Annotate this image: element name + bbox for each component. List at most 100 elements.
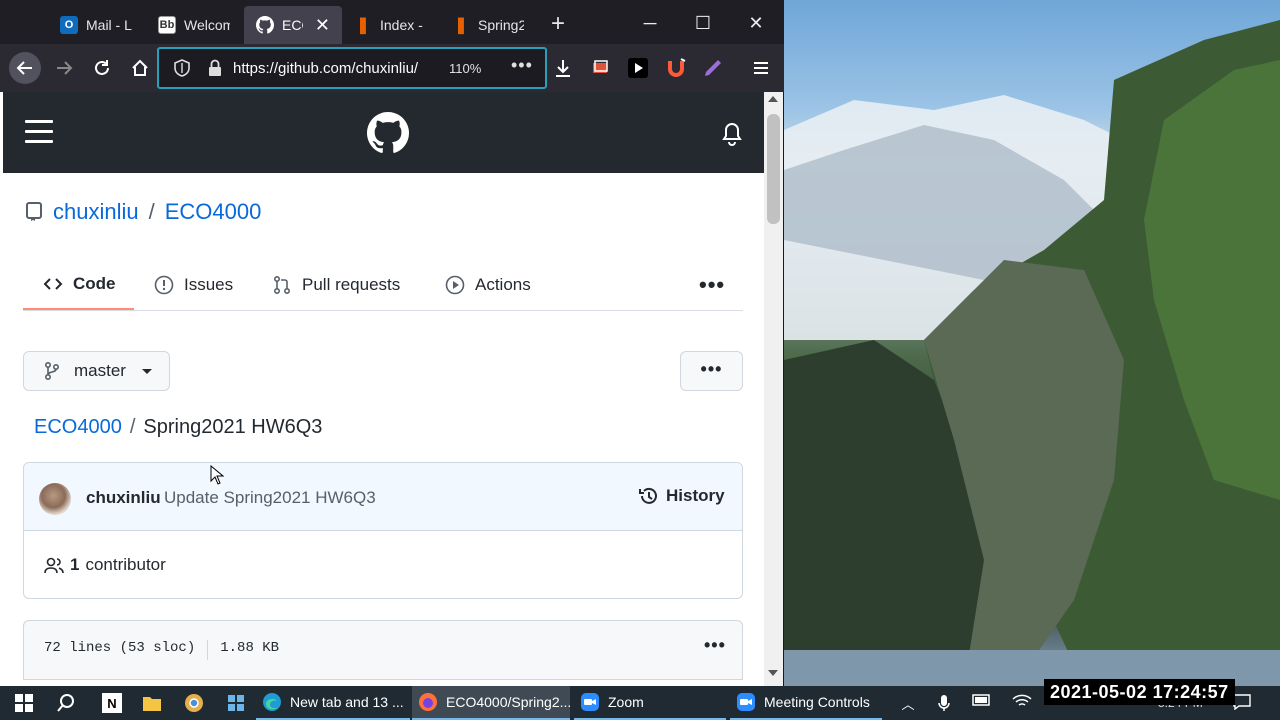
search-button[interactable]	[50, 686, 82, 720]
repo-separator: /	[148, 199, 155, 224]
tab-title: Mail - L	[86, 17, 132, 33]
browser-tab-mail[interactable]: O Mail - L	[48, 6, 146, 44]
commit-author-link[interactable]: chuxinliu	[86, 488, 161, 508]
url-text[interactable]: https://github.com/chuxinliu/	[233, 60, 441, 77]
tab-issues[interactable]: Issues	[134, 260, 253, 310]
magnet-extension-icon[interactable]	[664, 56, 688, 80]
tab-label: Code	[73, 274, 116, 293]
tab-label: Actions	[475, 275, 531, 294]
chrome-taskbar-button[interactable]	[178, 686, 210, 720]
blackboard-icon: Bb	[158, 16, 176, 34]
lock-icon[interactable]	[207, 59, 223, 77]
zoom-level[interactable]: 110%	[449, 61, 481, 76]
tab-code[interactable]: Code	[23, 260, 134, 310]
calculator-taskbar-button[interactable]	[220, 686, 252, 720]
page-scrollbar[interactable]	[764, 92, 783, 686]
maximize-button[interactable]: ☐	[677, 8, 729, 38]
file-meta: 72 lines (53 sloc) 1.88 KB	[44, 640, 279, 660]
zoom-icon	[580, 692, 600, 712]
tabs-divider	[23, 310, 743, 311]
chevron-up-icon[interactable]: ︿	[898, 694, 918, 712]
close-tab-icon[interactable]: ✕	[315, 15, 330, 36]
github-header	[3, 92, 764, 173]
wifi-icon[interactable]	[1012, 694, 1032, 712]
folder-icon	[142, 693, 162, 713]
shield-icon[interactable]	[173, 59, 191, 77]
repo-owner-link[interactable]: chuxinliu	[53, 199, 139, 225]
close-window-button[interactable]: ✕	[730, 8, 782, 38]
back-button[interactable]	[9, 52, 41, 84]
branch-selector-button[interactable]: master	[23, 351, 170, 391]
screenshot-icon[interactable]	[588, 56, 612, 80]
onenote-icon: N	[102, 693, 122, 713]
zoom-icon	[736, 692, 756, 712]
tab-strip: O Mail - L Bb Welcom ECO ✕ ❚ Index - ❚ S…	[0, 0, 784, 44]
menu-hamburger-icon[interactable]	[749, 56, 773, 80]
play-icon	[445, 275, 465, 295]
file-explorer-taskbar-button[interactable]	[136, 686, 168, 720]
commit-box: chuxinliu Update Spring2021 HW6Q3 Histor…	[23, 462, 743, 599]
code-icon	[43, 274, 63, 294]
page-actions-icon[interactable]: •••	[511, 55, 533, 76]
tab-pull-requests[interactable]: Pull requests	[252, 260, 420, 310]
more-tabs-icon[interactable]: •••	[699, 272, 725, 298]
chevron-down-icon	[141, 368, 152, 374]
history-label: History	[666, 486, 725, 505]
notification-bell-icon[interactable]	[721, 122, 743, 146]
grid-app-icon	[226, 693, 246, 713]
forward-button[interactable]	[48, 52, 80, 84]
address-bar[interactable]: https://github.com/chuxinliu/ 110% •••	[157, 47, 547, 89]
scroll-thumb[interactable]	[767, 114, 780, 224]
pen-extension-icon[interactable]	[701, 56, 725, 80]
contributor-count: 1	[70, 555, 80, 574]
latest-commit-row: chuxinliu Update Spring2021 HW6Q3 Histor…	[24, 463, 742, 531]
browser-tab-welcome[interactable]: Bb Welcom	[146, 6, 244, 44]
start-button[interactable]	[8, 686, 40, 720]
windows-logo-icon	[15, 694, 33, 712]
taskbar-meeting-controls[interactable]: Meeting Controls	[730, 686, 882, 720]
minimize-button[interactable]: ─	[624, 8, 676, 38]
download-icon[interactable]	[551, 56, 575, 80]
notification-center-icon[interactable]	[1232, 694, 1252, 712]
browser-window: O Mail - L Bb Welcom ECO ✕ ❚ Index - ❚ S…	[0, 0, 784, 686]
file-actions-button[interactable]: •••	[680, 351, 743, 391]
microphone-icon[interactable]	[934, 694, 954, 712]
taskbar-edge[interactable]: New tab and 13 ...	[256, 686, 410, 720]
battery-icon[interactable]	[972, 694, 992, 712]
tab-actions[interactable]: Actions	[425, 260, 551, 310]
repo-name-link[interactable]: ECO4000	[165, 199, 262, 225]
avatar[interactable]	[39, 483, 71, 515]
video-extension-icon[interactable]	[626, 56, 650, 80]
people-icon	[44, 557, 64, 574]
reload-icon	[95, 60, 109, 75]
reload-button[interactable]	[86, 52, 118, 84]
scroll-up-icon[interactable]	[768, 96, 778, 102]
home-button[interactable]	[124, 52, 156, 84]
search-icon	[57, 694, 74, 712]
onenote-taskbar-button[interactable]: N	[96, 686, 128, 720]
contributors-row[interactable]: 1 contributor	[44, 555, 166, 575]
book-icon: ❚	[454, 17, 468, 34]
github-logo-icon[interactable]	[367, 112, 409, 154]
taskbar-firefox[interactable]: ECO4000/Spring2...	[412, 686, 572, 720]
breadcrumb: ECO4000 / Spring2021 HW6Q3	[34, 416, 322, 439]
browser-tab-index[interactable]: ❚ Index -	[342, 6, 440, 44]
breadcrumb-repo-link[interactable]: ECO4000	[34, 416, 122, 439]
new-tab-button[interactable]: +	[546, 10, 570, 38]
desktop-wallpaper	[784, 0, 1280, 686]
taskbar-label: Meeting Controls	[764, 694, 870, 710]
browser-tab-spring[interactable]: ❚ Spring2	[440, 6, 538, 44]
taskbar-zoom[interactable]: Zoom	[574, 686, 726, 720]
back-arrow-icon	[16, 61, 32, 75]
commit-message-link[interactable]: Update Spring2021 HW6Q3	[164, 488, 376, 508]
taskbar-label: ECO4000/Spring2...	[446, 694, 572, 710]
edge-icon	[262, 692, 282, 712]
tab-label: Pull requests	[302, 275, 401, 294]
home-icon	[132, 59, 148, 76]
file-options-icon[interactable]: •••	[704, 635, 726, 656]
history-button[interactable]: History	[638, 485, 725, 507]
scroll-down-icon[interactable]	[768, 670, 778, 676]
navigation-toolbar: https://github.com/chuxinliu/ 110% •••	[0, 44, 784, 92]
browser-tab-eco4000[interactable]: ECO ✕	[244, 6, 342, 44]
hamburger-menu-icon[interactable]	[25, 120, 53, 144]
